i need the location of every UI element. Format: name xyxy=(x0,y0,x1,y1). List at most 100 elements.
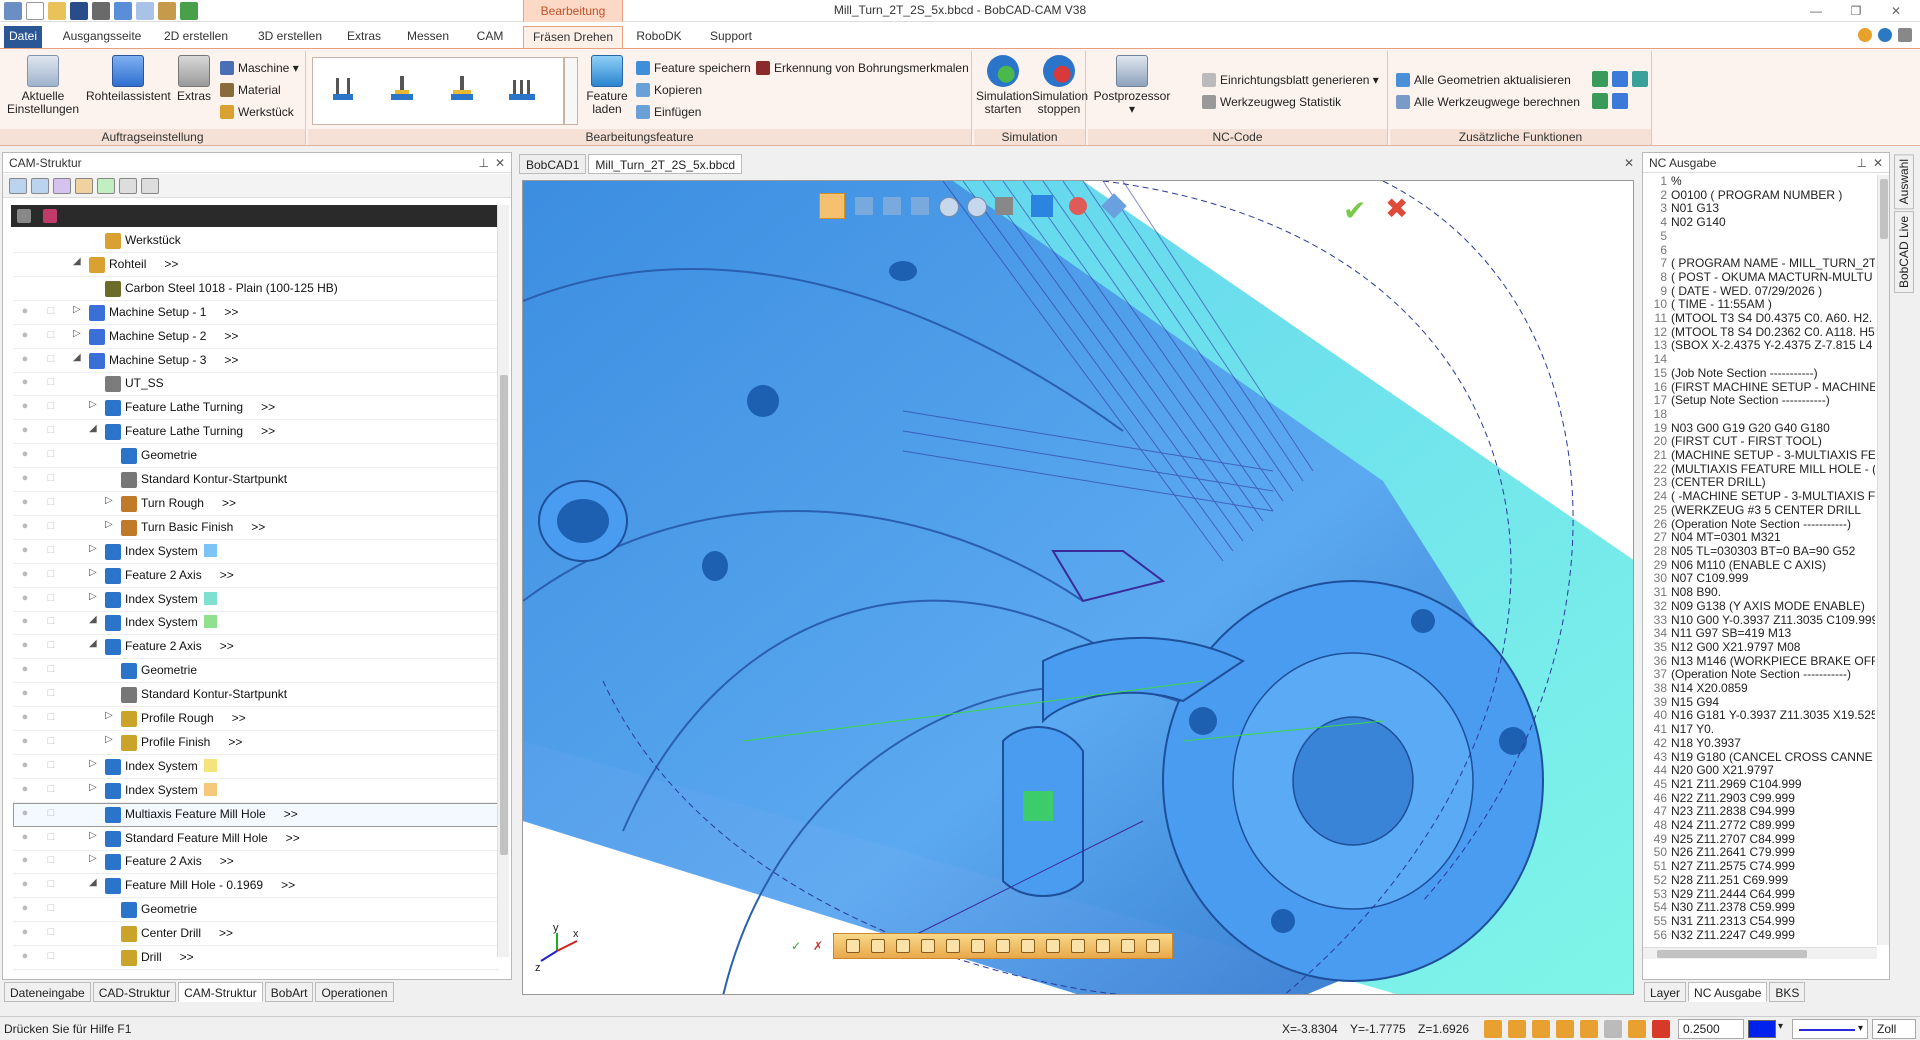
feature-drill-icon[interactable] xyxy=(325,72,359,106)
tree-row[interactable]: ● □ Geometrie xyxy=(13,898,499,923)
postprozessor-button[interactable]: Postprozessor ▾ xyxy=(1092,55,1172,116)
tab-3d-erstellen[interactable]: 3D erstellen xyxy=(246,26,334,48)
tab-cam[interactable]: CAM xyxy=(468,26,512,48)
tool-e-icon[interactable] xyxy=(1612,93,1628,109)
tree-node-more[interactable]: >> xyxy=(251,520,265,534)
einfuegen-button[interactable]: Einfügen xyxy=(636,103,701,121)
visibility-toggle-icon[interactable]: ● xyxy=(17,735,33,751)
tree-tool-2-icon[interactable] xyxy=(31,178,49,194)
tree-node-more[interactable]: >> xyxy=(220,854,234,868)
expand-toggle-icon[interactable]: ◢ xyxy=(73,256,85,267)
style-icon[interactable] xyxy=(1858,28,1872,42)
visibility-toggle-icon[interactable]: ● xyxy=(17,854,33,870)
post-toggle-icon[interactable]: □ xyxy=(43,854,59,870)
close-panel-icon[interactable]: ✕ xyxy=(1873,153,1883,173)
plane-icon[interactable] xyxy=(995,197,1013,215)
globe-icon[interactable] xyxy=(180,2,198,20)
visibility-toggle-icon[interactable]: ● xyxy=(17,376,33,392)
feature-laden-button[interactable]: Feature laden xyxy=(582,55,632,116)
post-toggle-icon[interactable]: □ xyxy=(43,520,59,536)
tab-extras[interactable]: Extras xyxy=(340,26,388,48)
tree-row[interactable]: ● □ ▷ Machine Setup - 1 >> xyxy=(13,301,499,325)
post-toggle-icon[interactable]: □ xyxy=(43,831,59,847)
visibility-toggle-icon[interactable]: ● xyxy=(17,926,33,942)
post-toggle-icon[interactable]: □ xyxy=(43,568,59,584)
tree-row[interactable]: ● □ ◢ Machine Setup - 3 >> xyxy=(13,349,499,373)
save-icon[interactable] xyxy=(70,2,88,20)
tree-row[interactable]: Werkstück xyxy=(13,229,499,253)
post-toggle-icon[interactable]: □ xyxy=(43,687,59,703)
minimize-button[interactable]: — xyxy=(1796,0,1836,22)
visibility-toggle-icon[interactable]: ● xyxy=(17,472,33,488)
snap-3-icon[interactable] xyxy=(1532,1020,1550,1038)
post-toggle-icon[interactable]: □ xyxy=(43,448,59,464)
expand-toggle-icon[interactable]: ▷ xyxy=(89,399,101,410)
tree-row[interactable]: ● □ ▷ Turn Basic Finish >> xyxy=(13,516,499,540)
zoom-all-icon[interactable] xyxy=(939,197,959,217)
line-dropdown-icon[interactable]: ▾ xyxy=(1858,1023,1863,1034)
tree-row[interactable]: ● □ ▷ Index System xyxy=(13,755,499,779)
sim-control-icon[interactable] xyxy=(1121,939,1135,953)
sim-control-icon[interactable] xyxy=(996,939,1010,953)
post-toggle-icon[interactable]: □ xyxy=(43,663,59,679)
view-tool-3-icon[interactable] xyxy=(911,197,929,215)
visibility-toggle-icon[interactable]: ● xyxy=(17,544,33,560)
visibility-toggle-icon[interactable]: ● xyxy=(17,592,33,608)
print-icon[interactable] xyxy=(92,2,110,20)
post-toggle-icon[interactable] xyxy=(43,233,59,249)
expand-toggle-icon[interactable]: ◢ xyxy=(89,614,101,625)
tree-row[interactable]: ● □ ▷ Index System xyxy=(13,540,499,564)
tool-b-icon[interactable] xyxy=(1612,71,1628,87)
tab-fraesen-drehen[interactable]: Fräsen Drehen xyxy=(523,26,623,48)
visibility-toggle-icon[interactable] xyxy=(17,257,33,273)
app-logo-icon[interactable] xyxy=(4,2,22,20)
select-arrow-icon[interactable] xyxy=(819,193,845,219)
visibility-icon[interactable] xyxy=(1069,197,1087,215)
tree-node-more[interactable]: >> xyxy=(220,639,234,653)
tab-nc-ausgabe[interactable]: NC Ausgabe xyxy=(1688,982,1768,1002)
tree-node-more[interactable]: >> xyxy=(224,353,238,367)
ribbon-collapse-icon[interactable] xyxy=(1898,28,1912,42)
tree-row[interactable]: ● □ ▷ Feature 2 Axis >> xyxy=(13,850,499,875)
tab-support[interactable]: Support xyxy=(700,26,762,48)
pin-icon[interactable]: ⊥ xyxy=(1857,153,1867,173)
tree-row[interactable]: ● □ ◢ Feature 2 Axis >> xyxy=(13,635,499,660)
sim-control-icon[interactable] xyxy=(871,939,885,953)
feature-pocket-icon[interactable] xyxy=(385,72,419,106)
tab-cad-struktur[interactable]: CAD-Struktur xyxy=(92,982,177,1002)
sim-control-icon[interactable] xyxy=(1021,939,1035,953)
werkzeugweg-statistik-button[interactable]: Werkzeugweg Statistik xyxy=(1202,93,1341,111)
post-toggle-icon[interactable]: □ xyxy=(43,329,59,345)
tree-node-more[interactable]: >> xyxy=(286,831,300,845)
visibility-toggle-icon[interactable]: ● xyxy=(17,950,33,966)
post-toggle-icon[interactable]: □ xyxy=(43,305,59,321)
snap-2-icon[interactable] xyxy=(1508,1020,1526,1038)
post-toggle-icon[interactable] xyxy=(43,281,59,297)
sim-control-icon[interactable] xyxy=(946,939,960,953)
tab-messen[interactable]: Messen xyxy=(400,26,456,48)
feature-speichern-button[interactable]: Feature speichern xyxy=(636,59,751,77)
view-tool-1-icon[interactable] xyxy=(855,197,873,215)
nc-vscroll[interactable] xyxy=(1877,175,1889,945)
undo-icon[interactable] xyxy=(114,2,132,20)
tree-node-more[interactable]: >> xyxy=(180,950,194,964)
tree-row[interactable]: ● □ ▷ Feature Lathe Turning >> xyxy=(13,396,499,421)
aktuelle-einstellungen-button[interactable]: Aktuelle Einstellungen xyxy=(4,55,82,116)
post-toggle-icon[interactable]: □ xyxy=(43,807,59,823)
visibility-header-icon[interactable] xyxy=(17,209,31,223)
unit-selector[interactable]: Zoll xyxy=(1872,1019,1916,1039)
visibility-toggle-icon[interactable]: ● xyxy=(17,424,33,440)
tree-node-more[interactable]: >> xyxy=(284,807,298,821)
expand-toggle-icon[interactable]: ▷ xyxy=(89,591,101,602)
increment-input[interactable]: 0.2500 xyxy=(1678,1019,1744,1039)
post-toggle-icon[interactable]: □ xyxy=(43,902,59,918)
tab-2d-erstellen[interactable]: 2D erstellen xyxy=(152,26,240,48)
tree-node-more[interactable]: >> xyxy=(261,424,275,438)
tree-row[interactable]: ● □ Geometrie xyxy=(13,444,499,469)
tree-row[interactable]: ● □ ◢ Index System xyxy=(13,611,499,636)
tree-node-more[interactable]: >> xyxy=(232,711,246,725)
material-button[interactable]: Material xyxy=(220,81,281,99)
tree-tool-3-icon[interactable] xyxy=(53,178,71,194)
tree-row[interactable]: ● □ ◢ Feature Mill Hole - 0.1969 >> xyxy=(13,874,499,899)
sim-accept-icon[interactable]: ✓ xyxy=(791,939,805,953)
